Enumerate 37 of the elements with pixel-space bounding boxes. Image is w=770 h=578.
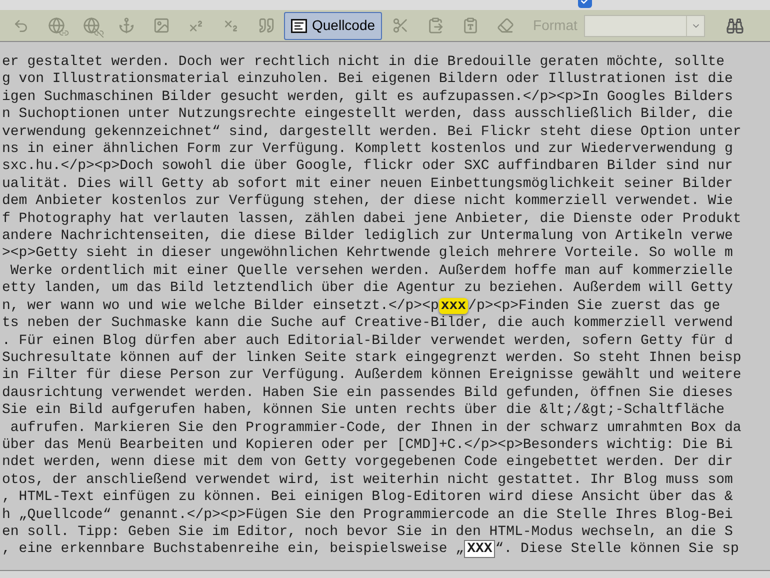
code-line: ns in einer ähnlichen Form zur Verfügung. Komplett kostenlos und zur Wiederverwendung g: [2, 141, 733, 158]
code-text: n, wer wann wo und wie welche Bilder einsetzt.</p><p: [2, 298, 439, 314]
code-line: g von Illustrationsmaterial einzuholen. Bei eigenen Bildern oder Illustrationen ist die: [2, 71, 733, 89]
code-line: Sie ein Bild aufgerufen haben, können Sie unten rechts über die &lt;/&gt;-Schaltfläche: [2, 402, 725, 420]
code-line: Suchresultate können auf der linken Seite stark eingegrenzt werden. So steht Ihnen beisp: [2, 350, 742, 368]
code-line: . Für einen Blog dürfen aber auch Editorial-Bilder verwendet werden, sofern Getty für d: [2, 332, 733, 350]
code-line: verwendung gekennzeichnet“ sind, dargestellt werden. Bei Flickr steht diese Option unter: [2, 124, 742, 142]
code-line: otos, der anschließend verwendet wird, ist weiterhin nicht gestattet. Ihr Blog muss som: [2, 472, 733, 490]
code-line: n Suchoptionen unter Nutzungsrechte eingestellt werden, dass ausschließlich Bilder, die: [2, 106, 733, 124]
code-line: en soll. Tipp: Geben Sie im Editor, noch bevor Sie in den HTML-Modus wechseln, an die S: [2, 524, 733, 542]
code-line: aufrufen. Markieren Sie den Programmier-Code, der Ihnen in der schwarz umrahmten Box da: [9, 420, 742, 437]
code-line: sxc.hu.</p><p>Doch sowohl die über Google, flickr oder SXC auffindbaren Bilder sind nur: [2, 158, 733, 176]
code-line: igen Suchmaschinen Bilder gesucht werden, gilt es aufzupassen.</p><p>In Googles Bilders: [2, 88, 733, 106]
code-line: ts neben der Suchmaske kann die Suche auf Creative-Bilder, die auch kommerziell verwend: [2, 315, 733, 332]
code-line: dausrichtung verwendet werden. Haben Sie ein passendes Bild gefunden, öffnen Sie dieses: [2, 384, 733, 402]
source-code-editor[interactable]: [0, 42, 770, 571]
code-text: , eine erkennbare Buchstabenreihe ein, beispielsweise „: [2, 541, 464, 558]
code-line: in Filter für diese Person zur Verfügung. Außerdem können Ereignisse gewählt und weitere: [2, 367, 742, 385]
code-line: f Photography hat verlauten lassen, zählen dabei jene Anbieter, die Dienste oder Produkt: [2, 210, 742, 228]
code-line: andere Nachrichtenseiten, die diese Bilder lediglich zur Untermalung von Artikeln verwe: [2, 228, 733, 246]
code-line: Werke ordentlich mit einer Quelle versehen werden. Außerdem hoffe man auf kommerzielle: [9, 262, 733, 280]
code-line: , HTML-Text einfügen zu können. Bei einigen Blog-Editoren wird diese Ansicht über das &: [2, 489, 733, 507]
highlighted-text: xxx: [438, 298, 468, 314]
code-line: ><p>Getty sieht in dieser ungewöhnlichen Kehrtwende gleich mehrere Vorteile. So wolle m: [2, 245, 733, 263]
code-line: ndet werden, wenn diese mit dem von Getty vorgegebenen Code eingebettet werden. Der dir: [2, 454, 733, 472]
source-code-button[interactable]: Quellcode: [284, 12, 382, 40]
source-code-icon: [291, 18, 307, 32]
code-line: dem Anbieter kostenlos zur Verfügung stehen, der diese nicht kommerziell verwendet. Wie: [2, 193, 733, 211]
code-text: “. Diese Stelle können Sie sp: [495, 541, 739, 558]
code-line: ualität. Dies will Getty ab sofort mit einer neuen Einbettungsmöglichkeit seiner Bilder: [2, 176, 733, 194]
boxed-text: XXX: [464, 540, 496, 558]
code-line: etty landen, um das Bild letztendlich über die Agentur zu beziehen. Außerdem will Getty: [2, 280, 733, 298]
code-text: /p><p>Finden Sie zuerst das ge: [468, 298, 720, 314]
code-line: h „Quellcode“ genannt.</p><p>Fügen Sie den Programmiercode an die Stelle Ihres Blog-Bei: [2, 506, 733, 524]
format-select[interactable]: [584, 14, 706, 36]
code-line: er gestaltet werden. Doch wer rechtlich nicht in die Bredouille geraten möchte, sollte: [2, 54, 725, 72]
code-line: über das Menü Bearbeiten und Kopieren oder per [CMD]+C.</p><p>Besonders wichtig: Die Bi: [2, 436, 733, 454]
